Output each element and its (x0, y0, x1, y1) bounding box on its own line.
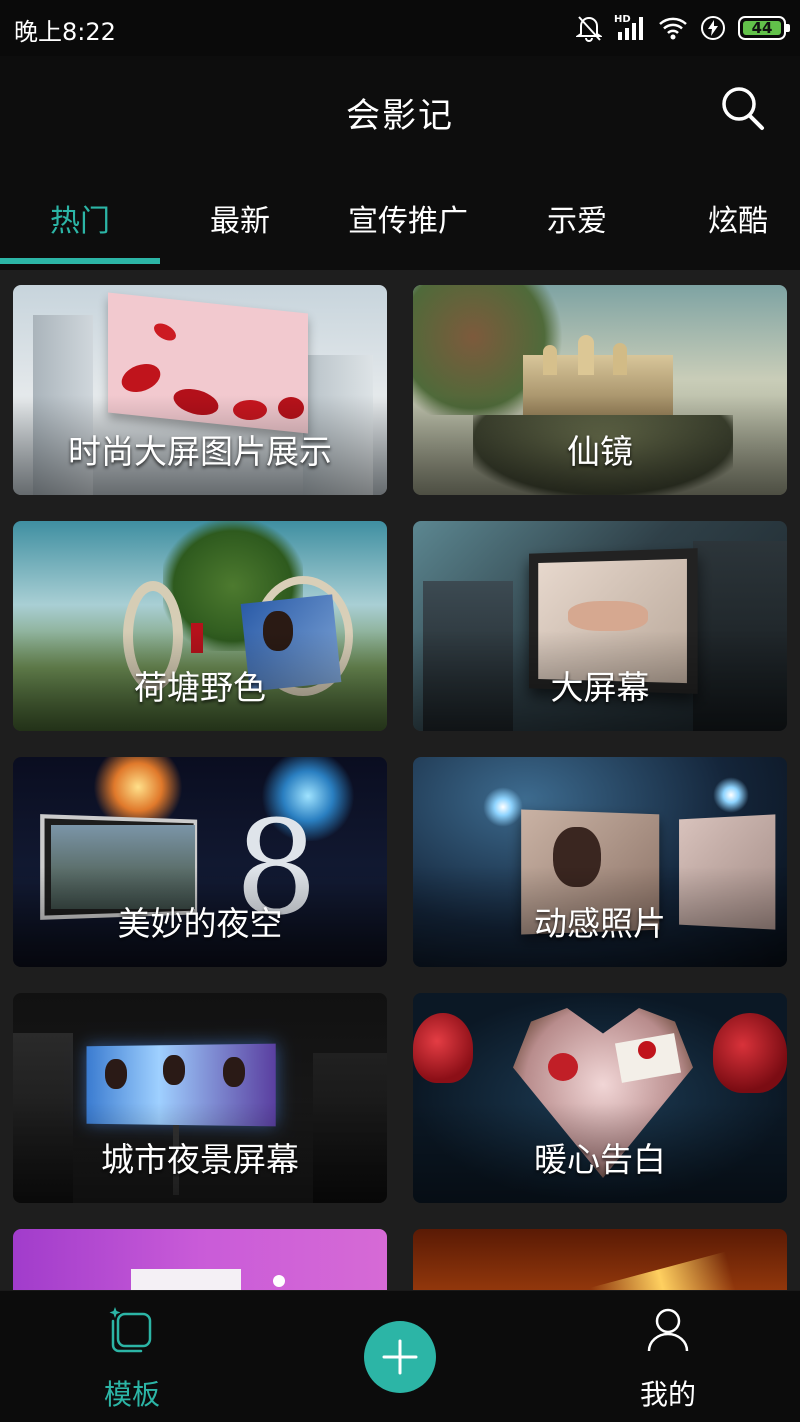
add-button[interactable] (364, 1321, 436, 1393)
template-icon (107, 1305, 157, 1359)
category-tabs: 热门 最新 宣传推广 示爱 炫酷 (0, 166, 800, 266)
status-bar: 晚上8:22 HD 44 (0, 0, 800, 56)
tab-hot[interactable]: 热门 (50, 196, 110, 240)
active-tab-indicator (0, 258, 160, 264)
template-card[interactable]: 大屏幕 (413, 521, 787, 731)
battery-level: 44 (751, 19, 773, 37)
template-title: 时尚大屏图片展示 (68, 432, 332, 471)
status-time: 晚上8:22 (14, 18, 116, 46)
charging-icon (700, 15, 726, 41)
template-title: 荷塘野色 (134, 668, 266, 707)
template-title: 美妙的夜空 (117, 904, 283, 943)
nav-mine[interactable]: 我的 (598, 1291, 738, 1422)
tab-newest[interactable]: 最新 (210, 196, 270, 240)
nav-mine-label: 我的 (639, 1378, 696, 1411)
search-button[interactable] (720, 84, 766, 132)
template-grid: 时尚大屏图片展示 仙镜 荷塘野色 大屏幕 美妙的夜空 动感照片 城市夜景屏幕 暖… (0, 270, 800, 1290)
template-card[interactable] (413, 1229, 787, 1290)
template-card[interactable]: 暖心告白 (413, 993, 787, 1203)
template-card[interactable]: 时尚大屏图片展示 (13, 285, 387, 495)
template-title: 动感照片 (534, 904, 666, 943)
mute-icon (576, 14, 602, 42)
page-title: 会影记 (346, 96, 454, 136)
tab-cool[interactable]: 炫酷 (708, 196, 768, 240)
template-card[interactable]: 8 美妙的夜空 (13, 757, 387, 967)
template-thumbnail (13, 1229, 387, 1290)
user-icon (643, 1305, 693, 1359)
bottom-nav: 模板 我的 (0, 1290, 800, 1422)
tab-love[interactable]: 示爱 (547, 196, 607, 240)
template-title: 仙镜 (567, 432, 633, 471)
signal-icon: HD (614, 14, 646, 42)
template-title: 城市夜景屏幕 (101, 1140, 299, 1179)
template-title: 大屏幕 (550, 668, 650, 707)
wifi-icon (658, 16, 688, 40)
plus-icon (382, 1339, 418, 1375)
nav-templates[interactable]: 模板 (62, 1291, 202, 1422)
template-title: 暖心告白 (534, 1140, 666, 1179)
template-card[interactable]: 城市夜景屏幕 (13, 993, 387, 1203)
status-icons: HD 44 (576, 10, 790, 46)
search-icon (722, 87, 764, 130)
template-card[interactable] (13, 1229, 387, 1290)
tab-promotion[interactable]: 宣传推广 (348, 196, 468, 240)
template-card[interactable]: 动感照片 (413, 757, 787, 967)
battery-icon: 44 (738, 16, 790, 40)
template-card[interactable]: 荷塘野色 (13, 521, 387, 731)
template-card[interactable]: 仙镜 (413, 285, 787, 495)
nav-templates-label: 模板 (103, 1378, 160, 1411)
template-thumbnail (413, 1229, 787, 1290)
app-header: 会影记 (0, 56, 800, 166)
